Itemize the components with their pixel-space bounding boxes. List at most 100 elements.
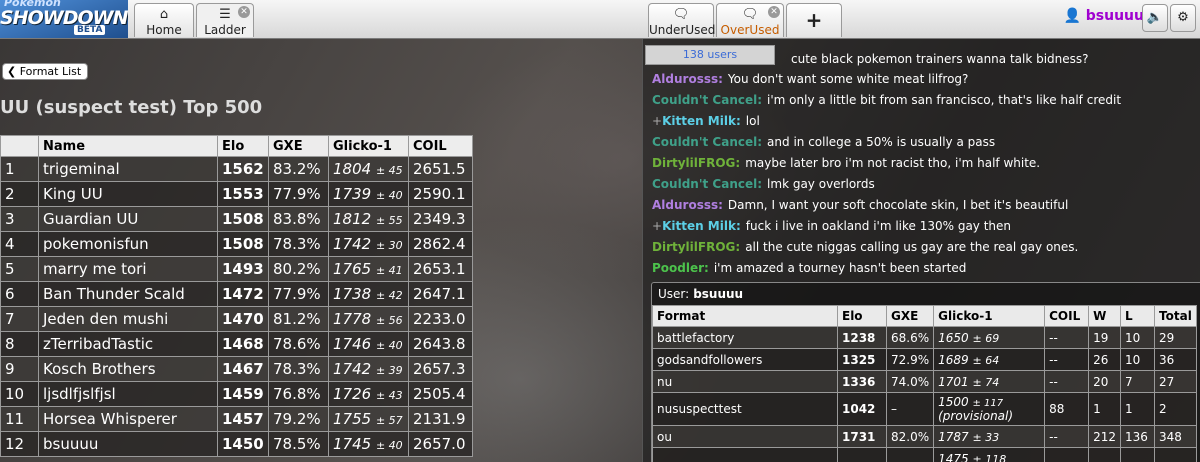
table-row: 1475 ± 118 [652,447,1197,462]
player-name-link[interactable]: Guardian UU [38,206,218,232]
gxe-cell: 79.2% [268,406,329,432]
column-header: Total [1154,305,1197,327]
coil-cell: 2349.3 [408,206,473,232]
close-tab-icon[interactable]: ✕ [238,6,250,18]
player-name-link[interactable]: Horsea Whisperer [38,406,218,432]
glicko-deviation: ± 30 [375,239,403,252]
table-row: 2 King UU 1553 77.9% 1739 ± 40 2590.1 [0,181,473,207]
gxe-cell: 77.9% [268,181,329,207]
glicko-cell: 1739 ± 40 [328,181,409,207]
ladder-table: Name Elo GXE Glicko-1 COIL 1 trigeminal 15… [0,135,473,457]
chat-username[interactable]: Aldurosss: [652,72,723,86]
coil-cell: 2657.3 [408,356,473,382]
glicko-deviation: ± 40 [375,439,403,452]
chat-message-text: i'm amazed a tourney hasn't been started [713,261,967,275]
glicko-cell: 1746 ± 40 [328,331,409,357]
player-name-link[interactable]: King UU [38,181,218,207]
player-name-link[interactable]: zTerribadTastic [38,331,218,357]
chat-username[interactable]: Kitten Milk: [662,219,741,233]
user-list-button[interactable]: 138 users [645,45,775,65]
player-name-link[interactable]: Kosch Brothers [38,356,218,382]
tab-ladder[interactable]: ☰ Ladder ✕ [196,3,254,37]
wins-cell: 26 [1088,348,1122,371]
chat-bubble-icon: 🗨 [672,7,690,22]
coil-cell: 2653.1 [408,256,473,282]
glicko-deviation: ± 33 [972,430,1000,444]
player-name-link[interactable]: pokemonisfun [38,231,218,257]
rank-cell: 8 [0,331,39,357]
chat-username[interactable]: Couldn't Cancel: [652,93,762,107]
player-name-link[interactable]: Ban Thunder Scald [38,281,218,307]
rank-cell: 11 [0,406,39,432]
gxe-cell: 83.8% [268,206,329,232]
rank-cell: 4 [0,231,39,257]
chat-username[interactable]: DirtylilFROG: [652,240,740,254]
elo-cell: 1493 [217,256,269,282]
coil-cell: 2505.4 [408,381,473,407]
glicko-deviation: ± 39 [375,364,403,377]
coil-cell: 2647.1 [408,281,473,307]
options-button[interactable]: ⚙ [1170,4,1196,32]
chat-username[interactable]: Couldn't Cancel: [652,135,762,149]
rank-cell: 12 [0,431,39,457]
rank-cell: 3 [0,206,39,232]
gxe-cell: 77.9% [268,281,329,307]
glicko-deviation: ± 42 [375,289,403,302]
glicko-deviation: ± 55 [375,214,403,227]
player-name-link[interactable]: trigeminal [38,156,218,182]
gear-icon: ⚙ [1177,10,1189,25]
chat-message: Aldurosss: You don't want some white meat… [652,72,968,86]
rank-cell: 1 [0,156,39,182]
player-name-link[interactable]: ljsdlfjslfjsl [38,381,218,407]
glicko-cell: 1742 ± 39 [328,356,409,382]
elo-cell [837,447,887,462]
chat-message-text: fuck i live in oakland i'm like 130% gay… [745,219,1012,233]
user-box-username[interactable]: bsuuuu [693,287,743,301]
gxe-cell: 82.0% [885,425,935,448]
chat-message: DirtylilFROG: all the cute niggas calling… [652,240,1078,254]
user-ranking-table: Format Elo GXE Glicko-1 COIL W L Total b… [652,305,1197,462]
chat-username[interactable]: Aldurosss: [652,198,723,212]
glicko-rating: 1778 [333,310,372,328]
player-name-link[interactable]: Jeden den mushi [38,306,218,332]
chat-message: +Kitten Milk: lol [652,114,760,128]
chat-username[interactable]: Kitten Milk: [662,114,741,128]
chat-username[interactable]: Poodler: [652,261,709,275]
glicko-rating: 1500 [938,394,969,409]
elo-cell: 1467 [217,356,269,382]
pokemon-showdown-logo[interactable]: Pokémon SHOWDOWN! BETA [0,0,128,38]
elo-cell: 1459 [217,381,269,407]
player-name-link[interactable]: bsuuuu [38,431,218,457]
user-menu[interactable]: 👤 bsuuuu [1063,8,1144,24]
glicko-cell: 1755 ± 57 [328,406,409,432]
header-username: bsuuuu [1085,8,1144,24]
add-tab-button[interactable]: + [786,3,842,37]
tab-overused[interactable]: 🗨 OverUsed ✕ [716,3,784,37]
glicko-deviation: ± 41 [375,264,403,277]
chat-username[interactable]: Couldn't Cancel: [652,177,762,191]
chat-username[interactable]: DirtylilFROG: [652,156,740,170]
tab-home[interactable]: ⌂ Home [134,3,194,37]
losses-cell: 10 [1120,348,1156,371]
page-title: UU (suspect test) Top 500 [0,97,263,118]
table-row: 3 Guardian UU 1508 83.8% 1812 ± 55 2349.3 [0,206,473,232]
chat-message: DirtylilFROG: maybe later bro i'm not rac… [652,156,1040,170]
tab-underused[interactable]: 🗨 UnderUsed [648,3,715,37]
column-header: L [1120,305,1156,327]
glicko-cell: 1475 ± 118 [933,447,1046,462]
column-header: Glicko-1 [933,305,1046,327]
glicko-rating: 1726 [333,385,372,403]
coil-cell: 2131.9 [408,406,473,432]
player-name-link[interactable]: marry me tori [38,256,218,282]
top-bar: Pokémon SHOWDOWN! BETA ⌂ Home ☰ Ladder ✕… [0,0,1200,39]
chat-message: Couldn't Cancel: lmk gay overlords [652,177,875,191]
coil-cell: 88 [1044,392,1090,426]
coil-cell: 2590.1 [408,181,473,207]
close-tab-icon[interactable]: ✕ [768,6,780,18]
column-header: GXE [885,305,935,327]
format-list-button[interactable]: ❮ Format List [2,63,89,80]
glicko-cell: 1742 ± 30 [328,231,409,257]
gxe-cell: 78.3% [268,231,329,257]
sound-button[interactable]: 🔈 [1142,4,1168,32]
gxe-cell: 78.6% [268,331,329,357]
